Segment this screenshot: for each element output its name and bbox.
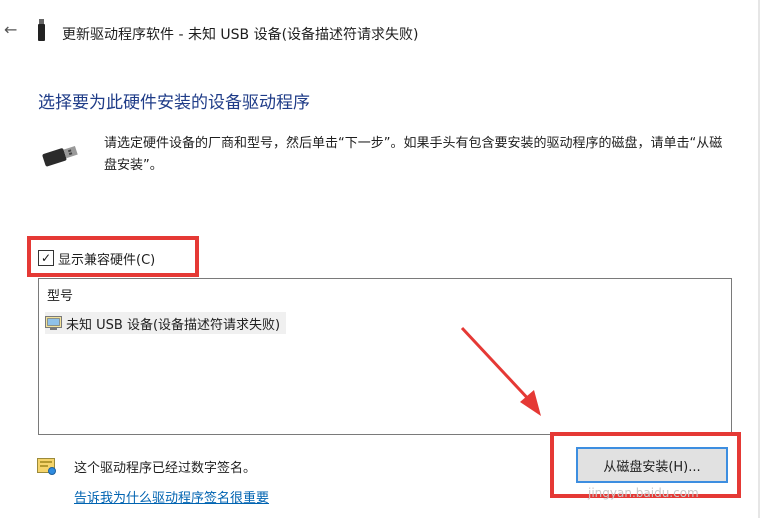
page-heading: 选择要为此硬件安装的设备驱动程序 [38,93,310,113]
usb-plug-icon [42,145,78,167]
list-item[interactable]: 未知 USB 设备(设备描述符请求失败) [45,312,287,334]
digital-signature-status: 这个驱动程序已经过数字签名。 [74,461,257,476]
instructions-text: 请选定硬件设备的厂商和型号，然后单击“下一步”。如果手头有包含要安装的驱动程序的… [104,136,723,173]
have-disk-button[interactable]: 从磁盘安装(H)... [576,447,728,483]
usb-device-icon [38,19,45,41]
title-bar: ← 更新驱动程序软件 - 未知 USB 设备(设备描述符请求失败) [0,0,760,64]
device-icon [45,316,62,330]
model-listbox[interactable]: 型号 未知 USB 设备(设备描述符请求失败) [38,278,732,435]
watermark-text: jingyan.baidu.com [588,486,699,500]
list-header-model: 型号 [47,289,74,304]
back-arrow-icon[interactable]: ← [4,20,17,39]
certificate-icon [37,458,56,475]
show-compatible-hardware-checkbox[interactable]: ✓ 显示兼容硬件(C) [38,247,155,269]
checkbox-box[interactable]: ✓ [38,250,54,266]
checkmark-icon: ✓ [40,251,52,265]
why-signing-matters-link[interactable]: 告诉我为什么驱动程序签名很重要 [74,487,269,506]
window-title: 更新驱动程序软件 - 未知 USB 设备(设备描述符请求失败) [62,27,419,43]
list-item-label: 未知 USB 设备(设备描述符请求失败) [66,317,281,333]
checkbox-label[interactable]: 显示兼容硬件(C) [58,249,155,268]
